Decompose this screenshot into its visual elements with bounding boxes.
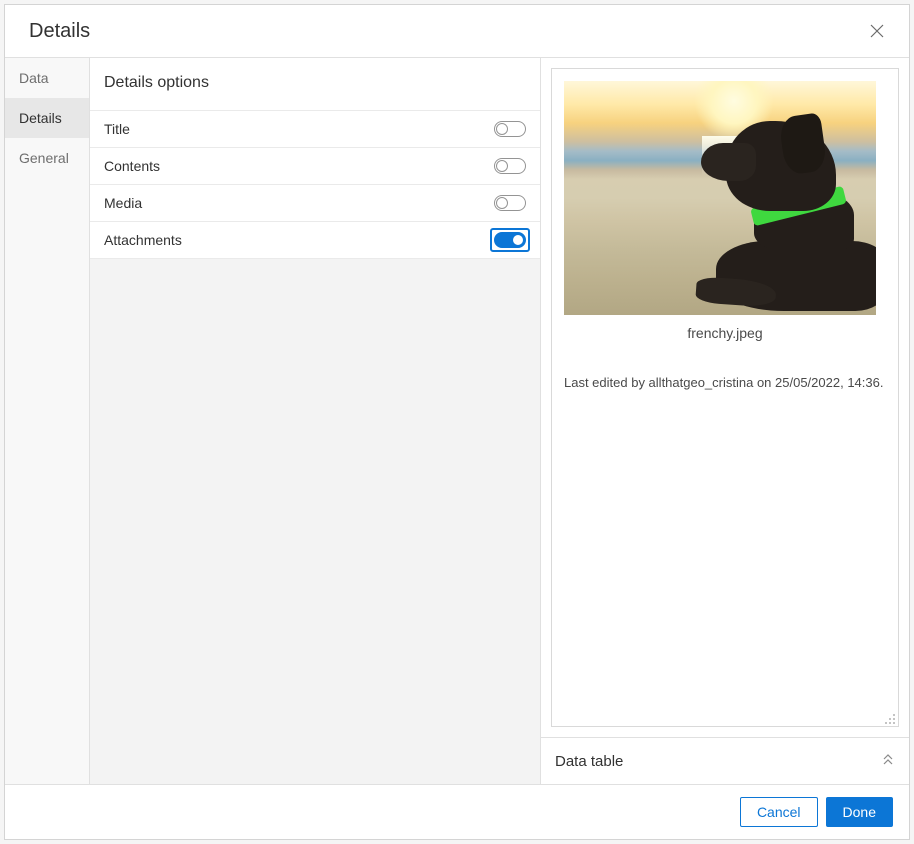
toggle-knob [512,234,524,246]
toggle-contents[interactable] [494,158,526,174]
chevron-up-double-icon [881,752,895,770]
resize-icon [884,713,896,725]
last-edited-text: Last edited by allthatgeo_cristina on 25… [564,375,886,390]
cancel-button[interactable]: Cancel [740,797,818,827]
modal-header: Details [5,5,909,58]
data-table-toggle[interactable]: Data table [541,737,909,784]
preview-panel: frenchy.jpeg Last edited by allthatgeo_c… [541,58,909,784]
preview-scroll[interactable]: frenchy.jpeg Last edited by allthatgeo_c… [564,81,886,718]
sidebar-item-details[interactable]: Details [5,98,89,138]
modal-body: Data Details General Details options Tit… [5,58,909,785]
close-icon [870,24,884,38]
toggle-knob [496,160,508,172]
sidebar-item-label: Data [19,70,49,86]
dog-illustration [701,121,876,306]
modal-title: Details [29,20,90,43]
done-button[interactable]: Done [826,797,893,827]
option-row-contents: Contents [90,148,540,185]
options-list: Title Contents Media Attachments [90,110,540,259]
toggle-attachments[interactable] [494,232,526,248]
toggle-knob [496,197,508,209]
option-row-title: Title [90,111,540,148]
sidebar-item-general[interactable]: General [5,138,89,178]
sidebar-item-label: Details [19,110,62,126]
sidebar: Data Details General [5,58,90,784]
option-row-media: Media [90,185,540,222]
options-header: Details options [90,58,540,110]
sidebar-item-data[interactable]: Data [5,58,89,98]
option-label: Attachments [104,232,182,248]
modal-footer: Cancel Done [5,785,909,839]
preview-area: frenchy.jpeg Last edited by allthatgeo_c… [551,68,899,727]
option-label: Media [104,195,142,211]
details-modal: Details Data Details General Details opt… [4,4,910,840]
sidebar-item-label: General [19,150,69,166]
toggle-knob [496,123,508,135]
options-panel: Details options Title Contents Media Att… [90,58,541,784]
resize-handle[interactable] [884,712,896,724]
close-button[interactable] [865,19,889,43]
attachment-filename: frenchy.jpeg [564,325,886,341]
data-table-label: Data table [555,753,623,770]
options-fill [90,259,540,784]
option-label: Title [104,121,130,137]
option-label: Contents [104,158,160,174]
attachment-image [564,81,876,315]
toggle-title[interactable] [494,121,526,137]
option-row-attachments: Attachments [90,222,540,258]
toggle-media[interactable] [494,195,526,211]
